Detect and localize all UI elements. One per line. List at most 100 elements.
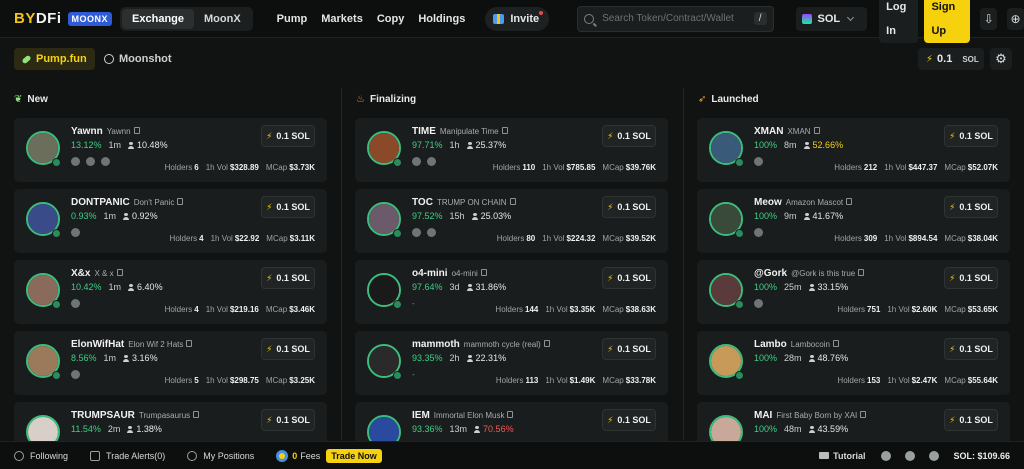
token-card[interactable]: TIME Manipulate Time 97.71% 1h 25.37% Holders… xyxy=(355,118,668,182)
my-positions-label: My Positions xyxy=(203,450,255,461)
bydfi-logo[interactable]: BYDFi MOONX xyxy=(14,10,113,27)
search-input[interactable] xyxy=(602,13,754,24)
nav-holdings[interactable]: Holdings xyxy=(418,13,465,25)
token-ticker: DONTPANIC xyxy=(71,197,130,208)
social-links xyxy=(412,157,442,166)
token-card[interactable]: Meow Amazon Mascot 100% 9m 41.67% Holders 309 1… xyxy=(697,189,1010,253)
x-twitter-icon[interactable] xyxy=(881,450,892,461)
quick-buy-button[interactable]: ⚡ 0.1 SOL xyxy=(944,338,998,360)
token-age: 1h xyxy=(449,140,460,150)
moonshot-tab[interactable]: Moonshot xyxy=(104,48,172,70)
chain-selector[interactable]: SOL xyxy=(795,6,868,31)
top-holders: 52.66% xyxy=(803,140,843,150)
copy-icon[interactable] xyxy=(186,340,193,347)
token-card[interactable]: TOC TRUMP ON CHAIN 97.52% 15h 25.03% Holders 8… xyxy=(355,189,668,253)
top-holders-pct: 48.76% xyxy=(817,353,849,363)
copy-icon[interactable] xyxy=(133,127,140,134)
quick-buy-amount[interactable]: ⚡ 0.1 SOL xyxy=(918,48,984,70)
quick-buy-button[interactable]: ⚡ 0.1 SOL xyxy=(602,125,656,147)
download-icon[interactable]: ⇩ xyxy=(980,7,998,30)
volume-value: $22.92 xyxy=(234,234,260,243)
quick-buy-button[interactable]: ⚡ 0.1 SOL xyxy=(261,125,315,147)
social-link-icon[interactable] xyxy=(101,157,110,166)
following-button[interactable]: Following xyxy=(14,450,69,461)
copy-icon[interactable] xyxy=(860,411,867,418)
copy-icon[interactable] xyxy=(509,198,516,205)
mcap-label: MCap xyxy=(265,376,288,385)
quick-buy-button[interactable]: ⚡ 0.1 SOL xyxy=(602,267,656,289)
token-card[interactable]: Yawnn Yawnn 13.12% 1m 10.48% Holders 6 1h Vol $3… xyxy=(14,118,327,182)
top-holders: 3.16% xyxy=(123,353,158,363)
globe-icon[interactable]: ⊕ xyxy=(1007,7,1024,30)
token-name-row: MAI First Baby Born by XAI xyxy=(754,410,867,421)
token-card[interactable]: DONTPANIC Don't Panic 0.93% 1m 0.92% Holders 4… xyxy=(14,189,327,253)
token-card[interactable]: o4-mini o4-mini 97.64% 3d 31.86% - Holders 144 1… xyxy=(355,260,668,324)
quick-buy-button[interactable]: ⚡ 0.1 SOL xyxy=(602,409,656,431)
login-button[interactable]: Log In xyxy=(879,0,919,43)
social-link-icon[interactable] xyxy=(754,299,763,308)
mcap-label: MCap xyxy=(944,234,966,243)
top-holders: 0.92% xyxy=(123,211,158,221)
token-ticker: o4-mini xyxy=(412,268,448,279)
copy-icon[interactable] xyxy=(116,269,123,276)
social-link-icon[interactable] xyxy=(86,157,95,166)
social-link-icon[interactable] xyxy=(427,228,436,237)
copy-icon[interactable] xyxy=(480,269,487,276)
moonx-tab[interactable]: MoonX xyxy=(194,9,251,29)
copy-icon[interactable] xyxy=(501,127,508,134)
discord-icon[interactable] xyxy=(929,450,940,461)
quick-buy-button[interactable]: ⚡ 0.1 SOL xyxy=(261,196,315,218)
trade-alerts-button[interactable]: Trade Alerts(0) xyxy=(90,450,165,461)
copy-icon[interactable] xyxy=(543,340,550,347)
trade-now-button[interactable]: Trade Now xyxy=(326,448,382,463)
quick-buy-button[interactable]: ⚡ 0.1 SOL xyxy=(261,409,315,431)
gear-icon[interactable]: ⚙ xyxy=(990,48,1012,70)
copy-icon[interactable] xyxy=(177,198,184,205)
quick-buy-button[interactable]: ⚡ 0.1 SOL xyxy=(944,409,998,431)
token-card[interactable]: @Gork @Gork is this true 100% 25m 33.15% Hold… xyxy=(697,260,1010,324)
nav-pump[interactable]: Pump xyxy=(277,13,308,25)
exchange-tab[interactable]: Exchange xyxy=(122,8,194,29)
my-positions-button[interactable]: My Positions xyxy=(187,450,255,461)
fees-promo[interactable]: 0 Fees Trade Now xyxy=(276,448,382,463)
moonshot-icon xyxy=(104,54,114,64)
copy-icon[interactable] xyxy=(813,127,820,134)
pumpfun-tab[interactable]: Pump.fun xyxy=(14,48,95,70)
token-card[interactable]: ElonWifHat Elon Wif 2 Hats 8.56% 1m 3.16% Hol… xyxy=(14,331,327,395)
telegram-icon[interactable] xyxy=(905,450,916,461)
copy-icon[interactable] xyxy=(507,411,514,418)
copy-icon[interactable] xyxy=(832,340,839,347)
quick-buy-button[interactable]: ⚡ 0.1 SOL xyxy=(602,338,656,360)
social-link-icon[interactable] xyxy=(427,157,436,166)
social-link-icon[interactable] xyxy=(412,228,421,237)
quick-buy-button[interactable]: ⚡ 0.1 SOL xyxy=(944,267,998,289)
copy-icon[interactable] xyxy=(193,411,200,418)
quick-buy-button[interactable]: ⚡ 0.1 SOL xyxy=(261,338,315,360)
holders-count: 751 xyxy=(867,305,881,314)
social-link-icon[interactable] xyxy=(71,370,80,379)
quick-buy-button[interactable]: ⚡ 0.1 SOL xyxy=(944,196,998,218)
token-card[interactable]: XMAN XMAN 100% 8m 52.66% Holders 212 1h Vol $447… xyxy=(697,118,1010,182)
following-label: Following xyxy=(30,450,69,461)
social-link-icon[interactable] xyxy=(71,299,80,308)
social-link-icon[interactable] xyxy=(754,228,763,237)
quick-buy-button[interactable]: ⚡ 0.1 SOL xyxy=(261,267,315,289)
social-link-icon[interactable] xyxy=(71,228,80,237)
quick-buy-button[interactable]: ⚡ 0.1 SOL xyxy=(602,196,656,218)
nav-copy[interactable]: Copy xyxy=(377,13,405,25)
token-card[interactable]: X&x X & x 10.42% 1m 6.40% Holders 4 1h Vol $219.… xyxy=(14,260,327,324)
signup-button[interactable]: Sign Up xyxy=(924,0,971,43)
social-link-icon[interactable] xyxy=(412,157,421,166)
column-header-launched: ➶ Launched xyxy=(698,92,759,106)
token-card[interactable]: mammoth mammoth cycle (real) 93.35% 2h 22.31… xyxy=(355,331,668,395)
social-link-icon[interactable] xyxy=(71,157,80,166)
copy-icon[interactable] xyxy=(858,269,865,276)
buy-label: 0.1 SOL xyxy=(276,131,310,141)
social-link-icon[interactable] xyxy=(754,157,763,166)
nav-markets[interactable]: Markets xyxy=(321,13,363,25)
tutorial-button[interactable]: Tutorial xyxy=(819,451,865,461)
token-card[interactable]: Lambo Lambocoin 100% 28m 48.76% Holders 153 1h … xyxy=(697,331,1010,395)
invite-button[interactable]: Invite xyxy=(485,6,550,31)
copy-icon[interactable] xyxy=(846,198,853,205)
quick-buy-button[interactable]: ⚡ 0.1 SOL xyxy=(944,125,998,147)
